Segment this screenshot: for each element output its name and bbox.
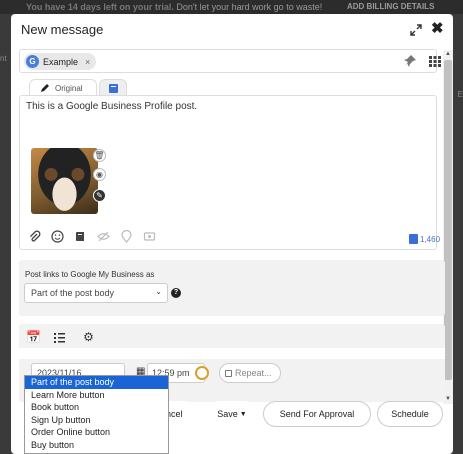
- pencil-icon: [41, 84, 49, 92]
- editor-text[interactable]: This is a Google Business Profile post.: [26, 101, 197, 112]
- expand-icon[interactable]: [410, 24, 422, 36]
- attached-image-thumbnail[interactable]: [31, 148, 98, 214]
- location-icon[interactable]: [120, 230, 133, 243]
- chevron-down-icon: ▼: [239, 410, 247, 418]
- list-icon[interactable]: [53, 331, 66, 344]
- eye-icon[interactable]: [97, 230, 110, 243]
- dropdown-option[interactable]: Book button: [25, 401, 168, 414]
- repeat-checkbox[interactable]: [225, 369, 232, 377]
- dropdown-option[interactable]: Buy button: [25, 439, 168, 452]
- paperclip-icon[interactable]: [28, 230, 41, 243]
- scroll-up-arrow[interactable]: ▲: [444, 50, 452, 58]
- profile-chip-label: Example: [43, 56, 79, 67]
- character-count: 1,460: [409, 234, 440, 244]
- trial-banner: You have 14 days left on your trial. Don…: [0, 0, 463, 14]
- dropdown-option[interactable]: Learn More button: [25, 389, 168, 402]
- google-logo: G: [26, 55, 39, 68]
- scrollbar-thumb[interactable]: [444, 60, 452, 380]
- dropdown-option[interactable]: Part of the post body: [25, 376, 168, 389]
- repeat-label: Repeat...: [235, 368, 272, 378]
- pencil-icon[interactable]: ✎: [93, 189, 106, 202]
- trial-prefix: You have: [26, 2, 66, 12]
- scroll-down-arrow[interactable]: ▼: [444, 395, 452, 403]
- modal-title: New message: [21, 22, 104, 37]
- trash-icon[interactable]: 🗑: [93, 149, 106, 162]
- image-icon[interactable]: [143, 230, 156, 243]
- add-billing-link[interactable]: ADD BILLING DETAILS: [347, 0, 434, 14]
- emoji-icon[interactable]: [51, 230, 64, 243]
- tab-original-label: Original: [55, 83, 83, 93]
- editor-toolbar: [28, 230, 156, 243]
- grid-icon[interactable]: [429, 56, 441, 67]
- background-text-left: nt: [0, 54, 7, 63]
- gmb-link-panel: Post links to Google My Business as Part…: [19, 260, 445, 316]
- book-icon[interactable]: [74, 230, 87, 243]
- dropdown-option[interactable]: Order Online button: [25, 426, 168, 439]
- chip-remove-button[interactable]: ×: [85, 57, 90, 67]
- book-icon: [409, 234, 418, 244]
- background-text-right: E: [457, 90, 463, 99]
- gear-icon[interactable]: ⚙: [82, 331, 95, 344]
- send-for-approval-button[interactable]: Send For Approval: [263, 401, 371, 427]
- tab-original[interactable]: Original: [29, 79, 97, 96]
- gmb-link-label: Post links to Google My Business as: [25, 270, 155, 279]
- save-button[interactable]: Save ▼: [207, 401, 257, 427]
- clock-icon[interactable]: [195, 366, 209, 380]
- save-label: Save: [217, 409, 238, 419]
- gmb-link-select[interactable]: Part of the post body ⌄: [24, 283, 168, 303]
- message-editor[interactable]: This is a Google Business Profile post. …: [19, 95, 440, 250]
- close-icon[interactable]: ✖: [431, 21, 444, 37]
- pin-icon[interactable]: [403, 54, 417, 68]
- dropdown-option[interactable]: Sign Up button: [25, 414, 168, 427]
- trial-suffix: Don't let your hard work go to waste!: [176, 2, 323, 12]
- character-count-value: 1,460: [420, 234, 441, 244]
- help-icon[interactable]: ?: [171, 288, 181, 298]
- profile-selector[interactable]: G Example ×: [19, 49, 441, 73]
- camera-icon[interactable]: ◉: [93, 168, 106, 181]
- repeat-toggle[interactable]: Repeat...: [219, 363, 281, 383]
- tab-google-business[interactable]: [99, 79, 127, 96]
- book-icon: [109, 84, 118, 93]
- chevron-down-icon: ⌄: [155, 287, 162, 296]
- schedule-tab-divider: [19, 348, 445, 359]
- profile-chip[interactable]: G Example ×: [24, 53, 97, 70]
- schedule-button[interactable]: Schedule: [377, 401, 443, 427]
- gmb-link-selected: Part of the post body: [31, 288, 115, 298]
- gmb-link-options: Part of the post body Learn More button …: [24, 375, 169, 454]
- calendar-icon[interactable]: 📅: [26, 331, 41, 344]
- trial-days: 14 days left on your trial.: [67, 2, 174, 12]
